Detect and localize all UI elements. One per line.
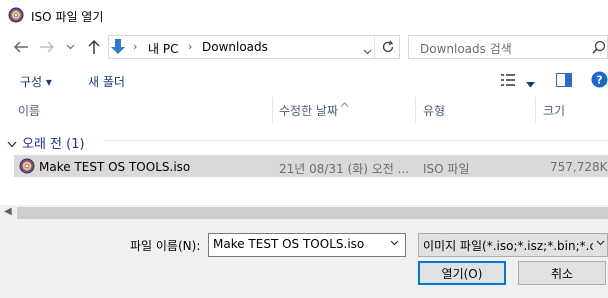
column-modified[interactable]: 수정한 날짜 xyxy=(279,102,338,119)
chevron-down-icon[interactable] xyxy=(7,137,17,151)
arrow-up-icon[interactable] xyxy=(85,38,103,56)
breadcrumb-separator: › xyxy=(133,40,138,53)
file-type: ISO 파일 xyxy=(423,162,470,176)
column-size[interactable]: 크기 xyxy=(543,102,565,119)
download-arrow-icon xyxy=(111,39,125,54)
new-folder-button[interactable]: 새 폴더 xyxy=(88,73,125,90)
sort-up-icon xyxy=(340,96,349,110)
filename-value[interactable]: Make TEST OS TOOLS.iso xyxy=(213,237,364,251)
column-separator[interactable] xyxy=(535,97,536,123)
view-options-icon[interactable] xyxy=(500,73,516,90)
cancel-button[interactable]: 취소 xyxy=(518,261,606,285)
scroll-left-icon[interactable]: ◀ xyxy=(4,206,12,217)
cancel-button-label: 취소 xyxy=(550,266,574,281)
group-label: 오래 전 (1) xyxy=(22,137,85,152)
column-type[interactable]: 유형 xyxy=(423,102,445,119)
open-button[interactable]: 열기(O) xyxy=(418,261,506,285)
filter-value[interactable]: 이미지 파일(*.iso;*.isz;*.bin;*.cue xyxy=(423,237,593,254)
group-divider xyxy=(103,140,608,141)
breadcrumb-downloads[interactable]: Downloads xyxy=(202,40,268,54)
help-icon[interactable]: ? xyxy=(591,71,608,91)
address-dropdown-icon[interactable] xyxy=(363,44,372,58)
column-separator[interactable] xyxy=(415,97,416,123)
file-modified: 21년 08/31 (화) 오전 ... xyxy=(279,162,410,176)
chevron-down-icon[interactable] xyxy=(596,238,605,249)
search-placeholder: Downloads 검색 xyxy=(420,42,512,56)
disc-icon xyxy=(8,7,24,23)
refresh-icon[interactable] xyxy=(381,40,395,57)
breadcrumb-separator: › xyxy=(188,40,193,53)
column-separator[interactable] xyxy=(272,97,273,123)
file-name[interactable]: Make TEST OS TOOLS.iso xyxy=(39,160,190,174)
svg-text:?: ? xyxy=(596,74,602,87)
file-size: 757,728KB xyxy=(550,160,608,174)
disc-icon xyxy=(19,158,35,174)
address-divider xyxy=(374,36,375,58)
chevron-down-icon[interactable] xyxy=(64,38,76,56)
breadcrumb-this-pc[interactable]: 내 PC xyxy=(148,40,178,57)
open-button-label: 열기(O) xyxy=(441,266,483,281)
arrow-left-icon[interactable] xyxy=(12,38,30,56)
arrow-right-icon[interactable] xyxy=(38,38,56,56)
filename-label: 파일 이름(N): xyxy=(130,239,201,253)
chevron-down-icon[interactable] xyxy=(390,238,399,249)
scrollbar-thumb[interactable] xyxy=(17,207,608,219)
column-name[interactable]: 이름 xyxy=(18,102,40,119)
view-dropdown-icon[interactable] xyxy=(526,77,535,91)
preview-pane-icon[interactable] xyxy=(556,73,572,90)
organize-button[interactable]: 구성 ▾ xyxy=(20,73,52,90)
search-icon[interactable] xyxy=(592,40,606,57)
window-title: ISO 파일 열기 xyxy=(31,10,104,24)
